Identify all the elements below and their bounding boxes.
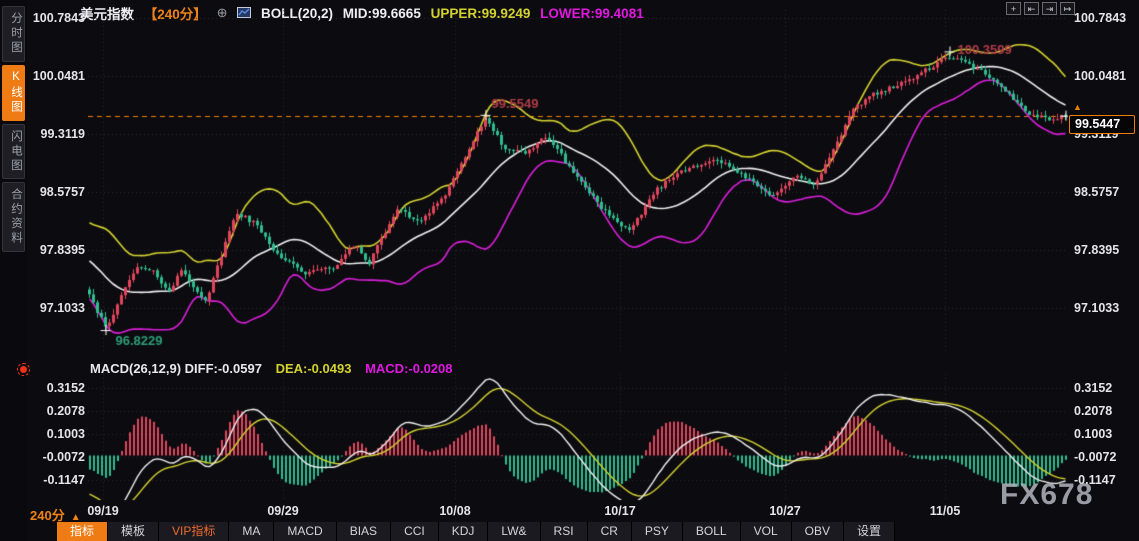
date-axis-label: 10/27 bbox=[769, 504, 801, 518]
toolbar-item[interactable]: KDJ bbox=[438, 522, 489, 541]
price-axis-label-right: 97.1033 bbox=[1074, 301, 1120, 315]
sidebar-tab[interactable]: 合约资料 bbox=[2, 182, 25, 252]
price-axis-label-left: 100.0481 bbox=[32, 69, 85, 83]
macd-axis-label-left: -0.1147 bbox=[43, 473, 85, 487]
price-axis-label-left: 97.1033 bbox=[39, 301, 85, 315]
date-axis-label: 09/19 bbox=[87, 504, 119, 518]
toolbar-item[interactable]: BIAS bbox=[336, 522, 392, 541]
toolbar-item[interactable]: OBV bbox=[791, 522, 844, 541]
macd-axis-label-right: 0.2078 bbox=[1074, 404, 1113, 418]
toolbar-item[interactable]: VOL bbox=[740, 522, 792, 541]
footer-period-label: 240分 bbox=[30, 508, 65, 523]
trading-app: 分时图K线图闪电图合约资料 美元指数 【240分】 ⊕ BOLL(20,2) M… bbox=[0, 0, 1139, 541]
price-axis-label-right: 100.0481 bbox=[1074, 69, 1127, 83]
indicator-toolbar: 指标 模板 VIP指标 MA MACD BIAS CCI KDJ LW& RSI CR PSY BOLL… bbox=[57, 522, 895, 541]
toolbar-item[interactable]: MACD bbox=[274, 522, 337, 541]
last-price-arrow-icon: ▲ bbox=[1073, 102, 1082, 112]
date-axis-label: 09/29 bbox=[267, 504, 299, 518]
price-axis-label-left: 99.3119 bbox=[40, 127, 86, 141]
toolbar-item[interactable]: PSY bbox=[631, 522, 683, 541]
toolbar-item[interactable]: 指标 bbox=[57, 522, 109, 541]
toolbar-item[interactable]: CCI bbox=[391, 522, 439, 541]
left-sidebar: 分时图 K线图 闪电图合约资料 bbox=[0, 0, 27, 541]
macd-macd-value: MACD:-0.0208 bbox=[365, 361, 453, 376]
price-axis-label-right: 98.5757 bbox=[1074, 185, 1120, 199]
toolbar-item[interactable]: 模板 bbox=[108, 522, 160, 541]
macd-axis-label-left: 0.1003 bbox=[46, 427, 85, 441]
macd-axis-label-right: 0.1003 bbox=[1074, 427, 1113, 441]
toolbar-item[interactable]: VIP指标 bbox=[159, 522, 230, 541]
macd-header: MACD(26,12,9) DIFF:-0.0597 DEA:-0.0493 M… bbox=[90, 361, 453, 376]
toolbar-item[interactable]: CR bbox=[587, 522, 632, 541]
toolbar-item-settings[interactable]: 设置 bbox=[843, 522, 895, 541]
last-price-tag: 99.5447 bbox=[1069, 115, 1135, 134]
toolbar-item[interactable]: LW& bbox=[488, 522, 541, 541]
price-chart-canvas[interactable] bbox=[88, 8, 1068, 502]
sidebar-tab[interactable]: 分时图 bbox=[2, 6, 25, 62]
macd-diff-value: MACD(26,12,9) DIFF:-0.0597 bbox=[90, 361, 262, 376]
price-axis-label-left: 97.8395 bbox=[39, 243, 85, 257]
macd-axis-label-left: -0.0072 bbox=[42, 450, 85, 464]
date-axis-label: 10/17 bbox=[604, 504, 636, 518]
toolbar-item[interactable]: RSI bbox=[540, 522, 588, 541]
price-axis-label-right: 100.7843 bbox=[1074, 11, 1127, 25]
date-axis-label: 11/05 bbox=[929, 504, 961, 518]
price-axis-label-right: 97.8395 bbox=[1074, 243, 1120, 257]
macd-dea-value: DEA:-0.0493 bbox=[275, 361, 352, 376]
price-axis-label-left: 98.5757 bbox=[39, 185, 85, 199]
macd-axis-label-left: 0.3152 bbox=[46, 381, 85, 395]
date-axis-label: 10/08 bbox=[439, 504, 471, 518]
watermark: FX678 bbox=[1000, 478, 1094, 511]
sidebar-tab[interactable]: K线图 bbox=[2, 64, 25, 121]
macd-axis-label-left: 0.2078 bbox=[46, 404, 85, 418]
sidebar-tab[interactable]: 闪电图 bbox=[2, 123, 25, 179]
macd-axis-label-right: 0.3152 bbox=[1074, 381, 1113, 395]
toolbar-item[interactable]: MA bbox=[229, 522, 275, 541]
macd-axis-label-right: -0.0072 bbox=[1074, 450, 1117, 464]
price-axis-label-left: 100.7843 bbox=[32, 11, 85, 25]
alarm-icon[interactable] bbox=[17, 363, 30, 376]
toolbar-item[interactable]: BOLL bbox=[682, 522, 741, 541]
